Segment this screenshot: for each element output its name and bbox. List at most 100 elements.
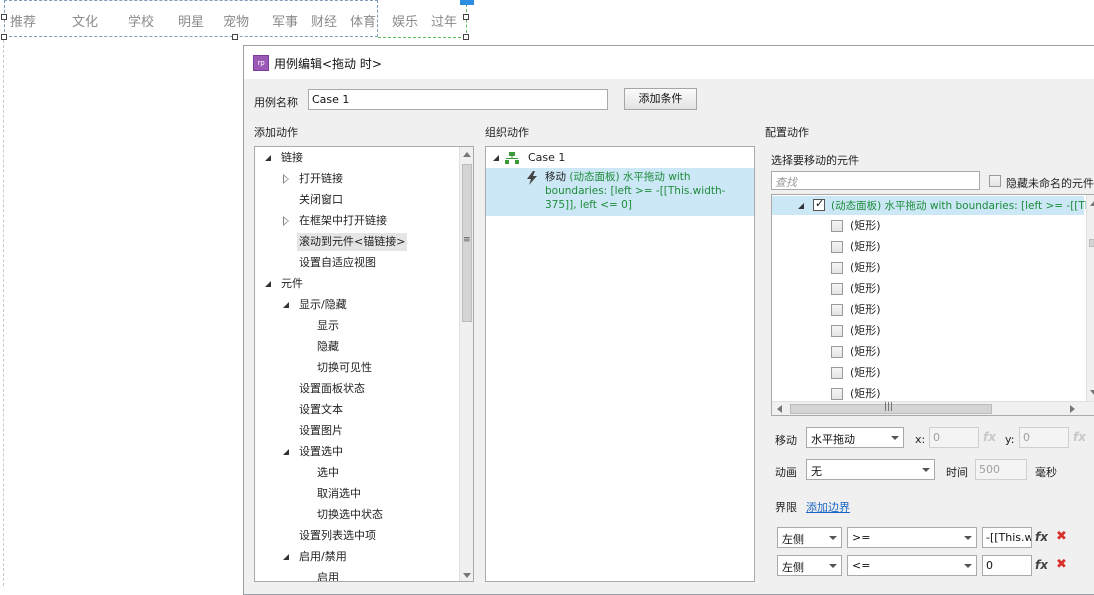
case-row[interactable]: Case 1	[486, 149, 754, 167]
action-tree-item[interactable]: 设置列表选中项	[255, 527, 459, 545]
widget-checkbox[interactable]	[831, 262, 843, 274]
add-condition-button[interactable]: 添加条件	[624, 88, 697, 110]
action-tree-item[interactable]: 切换选中状态	[255, 506, 459, 524]
action-tree-item[interactable]: 显示	[255, 317, 459, 335]
action-tree-item[interactable]: 关闭窗口	[255, 191, 459, 209]
widget-child-row[interactable]: (矩形)	[772, 238, 1084, 256]
resize-handle[interactable]	[463, 14, 469, 20]
delete-bound-icon[interactable]: ✖	[1056, 557, 1067, 572]
action-tree-item[interactable]: 设置选中	[255, 443, 459, 461]
widget-child-row[interactable]: (矩形)	[772, 364, 1084, 382]
widget-checkbox[interactable]	[831, 220, 843, 232]
expand-icon[interactable]	[283, 302, 289, 308]
scroll-left-arrow-icon[interactable]	[777, 405, 782, 413]
x-input[interactable]: 0	[929, 427, 979, 448]
scroll-thumb[interactable]	[1089, 239, 1094, 247]
time-label: 时间	[946, 466, 968, 479]
scroll-right-arrow-icon[interactable]	[1070, 405, 1075, 413]
expand-icon[interactable]	[265, 281, 271, 287]
time-input[interactable]: 500	[975, 459, 1027, 480]
scroll-up-arrow-icon[interactable]	[463, 152, 471, 157]
widget-checkbox[interactable]	[831, 241, 843, 253]
action-tree-item[interactable]: 在框架中打开链接	[255, 212, 459, 230]
widget-child-row[interactable]: (矩形)	[772, 217, 1084, 235]
action-tree-item[interactable]: 切换可见性	[255, 359, 459, 377]
dialog-titlebar[interactable]: rp 用例编辑<拖动 时>	[244, 46, 1094, 79]
bound-side-select[interactable]: 左侧	[777, 527, 842, 548]
nav-item: 推荐	[10, 15, 37, 30]
scroll-down-arrow-icon[interactable]	[1090, 390, 1094, 395]
bound-side-select[interactable]: 左侧	[777, 555, 842, 576]
x-fx-button[interactable]: fx	[983, 430, 996, 444]
delete-bound-icon[interactable]: ✖	[1056, 529, 1067, 544]
widget-checkbox[interactable]	[831, 283, 843, 295]
bound-value-input[interactable]: -[[This.w	[982, 527, 1032, 548]
widget-checkbox[interactable]	[831, 325, 843, 337]
bound-operator-select[interactable]: >=	[847, 527, 977, 548]
case-name-input[interactable]: Case 1	[308, 89, 608, 110]
widget-root-detail: 水平拖动 with boundaries: [left >= -[[This	[884, 200, 1094, 212]
y-fx-button[interactable]: fx	[1073, 430, 1086, 444]
widget-checkbox[interactable]	[831, 367, 843, 379]
nav-item: 过年	[431, 15, 458, 30]
bound-value-input[interactable]: 0	[982, 555, 1032, 576]
widget-child-row[interactable]: (矩形)	[772, 280, 1084, 298]
x-label: x:	[915, 433, 926, 446]
action-tree-item[interactable]: 选中	[255, 464, 459, 482]
expand-icon[interactable]	[265, 155, 271, 161]
bound-fx-button[interactable]: fx	[1035, 530, 1048, 544]
widget-child-row[interactable]: (矩形)	[772, 259, 1084, 277]
expand-icon[interactable]	[283, 449, 289, 455]
action-tree-item[interactable]: 启用/禁用	[255, 548, 459, 566]
action-tree-item[interactable]: 链接	[255, 149, 459, 167]
widget-tree-scrollbar[interactable]	[1086, 195, 1094, 401]
move-type-select[interactable]: 水平拖动	[806, 427, 904, 448]
selected-action-row[interactable]: 移动 (动态面板) 水平拖动 with boundaries: [left >=…	[486, 168, 754, 216]
widget-tree-hscrollbar[interactable]: |||	[772, 401, 1094, 415]
widget-child-row[interactable]: (矩形)	[772, 343, 1084, 361]
widget-checkbox[interactable]	[831, 346, 843, 358]
action-tree-label: 元件	[281, 277, 303, 290]
action-tree-item[interactable]: 取消选中	[255, 485, 459, 503]
collapse-icon[interactable]	[283, 216, 289, 226]
widget-child-row[interactable]: (矩形)	[772, 322, 1084, 340]
action-tree-item[interactable]: 设置图片	[255, 422, 459, 440]
expand-icon[interactable]	[493, 155, 499, 161]
action-tree-item[interactable]: 设置面板状态	[255, 380, 459, 398]
organize-actions-panel[interactable]: Case 1 移动 (动态面板) 水平拖动 with boundaries: […	[485, 146, 755, 582]
action-tree-item[interactable]: 设置自适应视图	[255, 254, 459, 272]
action-tree-item[interactable]: 滚动到元件<锚链接>	[255, 233, 459, 251]
action-tree-item[interactable]: 打开链接	[255, 170, 459, 188]
add-actions-tree[interactable]: 链接打开链接关闭窗口在框架中打开链接 滚动到元件<锚链接> 设置自适应视图元件显示/…	[254, 146, 474, 582]
scroll-up-arrow-icon[interactable]	[1090, 201, 1094, 206]
actions-tree-scrollbar[interactable]: ≡	[459, 147, 473, 581]
action-tree-item[interactable]: 隐藏	[255, 338, 459, 356]
action-tree-item[interactable]: 显示/隐藏	[255, 296, 459, 314]
widget-search-input[interactable]: 查找	[771, 171, 980, 190]
collapse-icon[interactable]	[283, 174, 289, 184]
resize-handle[interactable]	[232, 34, 238, 40]
chevron-down-icon	[891, 436, 899, 440]
action-tree-item[interactable]: 启用	[255, 569, 459, 581]
expand-icon[interactable]	[798, 203, 804, 209]
y-input[interactable]: 0	[1019, 427, 1069, 448]
hide-unnamed-checkbox[interactable]	[989, 175, 1001, 187]
widget-checkbox[interactable]	[831, 388, 843, 400]
bound-operator-select[interactable]: <=	[847, 555, 977, 576]
animation-select[interactable]: 无	[806, 459, 935, 480]
action-tree-item[interactable]: 设置文本	[255, 401, 459, 419]
widget-child-row[interactable]: (矩形)	[772, 301, 1084, 319]
scroll-down-arrow-icon[interactable]	[463, 573, 471, 578]
add-bound-link[interactable]: 添加边界	[806, 499, 850, 515]
widget-root-row[interactable]: (动态面板) 水平拖动 with boundaries: [left >= -[…	[772, 196, 1094, 215]
expand-icon[interactable]	[283, 554, 289, 560]
chevron-down-icon	[829, 536, 837, 540]
bound-fx-button[interactable]: fx	[1035, 558, 1048, 572]
lightning-icon	[527, 171, 537, 185]
resize-handle[interactable]	[463, 34, 469, 40]
widget-tree[interactable]: (动态面板) 水平拖动 with boundaries: [left >= -[…	[771, 194, 1094, 416]
resize-handle[interactable]	[1, 14, 7, 20]
widget-checkbox[interactable]	[831, 304, 843, 316]
action-tree-item[interactable]: 元件	[255, 275, 459, 293]
widget-root-checkbox[interactable]	[813, 197, 825, 211]
